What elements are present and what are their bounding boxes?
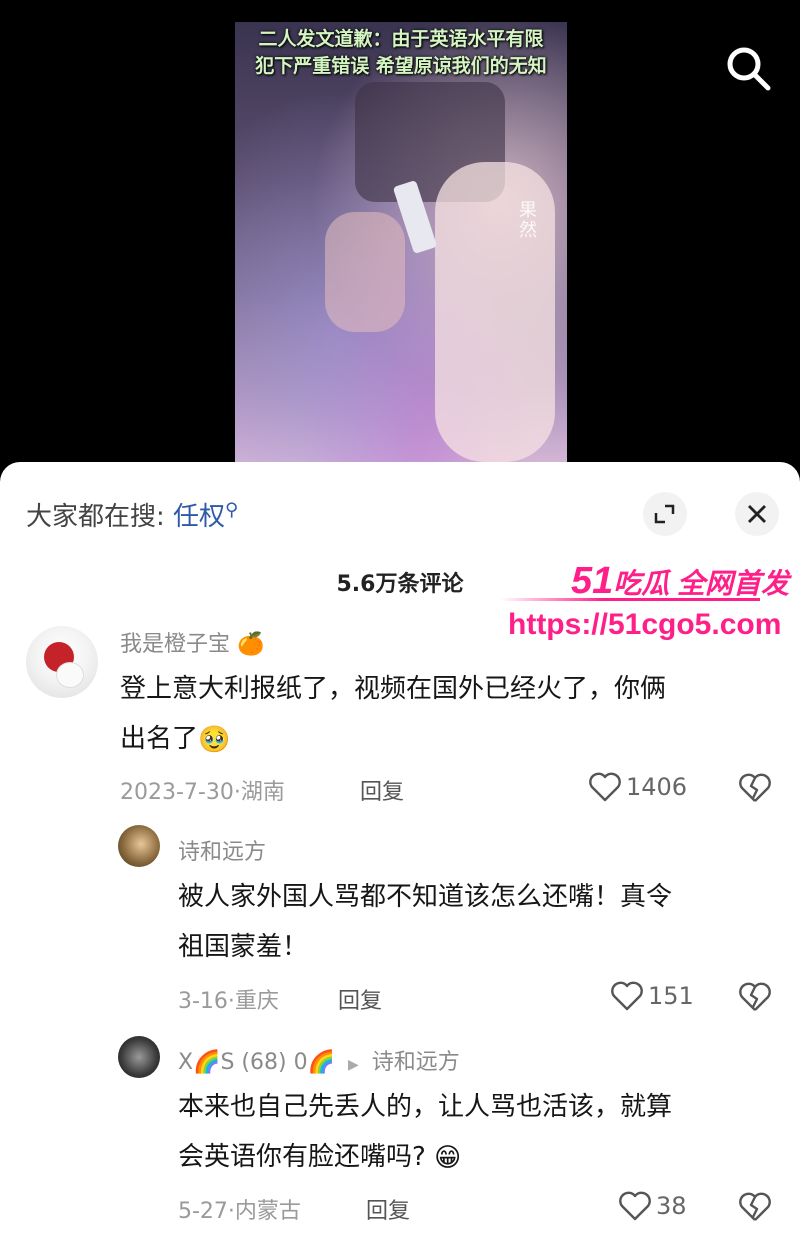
site-watermark-brand: 51吃瓜 全网首发 bbox=[571, 560, 789, 603]
comment-date-location: 3-16·重庆 bbox=[178, 989, 279, 1014]
comment-username[interactable]: 诗和远方 bbox=[178, 834, 266, 866]
video-frame[interactable]: 二人发文道歉：由于英语水平有限 犯下严重错误 希望原谅我们的无知 果然 bbox=[235, 22, 567, 470]
crying-face-emoji-icon: 🥹 bbox=[198, 724, 231, 755]
reply-to-username: 诗和远方 bbox=[371, 1050, 460, 1075]
hot-search-keyword[interactable]: 任权 bbox=[173, 502, 225, 532]
search-small-icon: ⚲ bbox=[225, 499, 239, 521]
video-player[interactable]: 二人发文道歉：由于英语水平有限 犯下严重错误 希望原谅我们的无知 果然 bbox=[0, 0, 800, 470]
site-watermark-line bbox=[500, 598, 760, 601]
like-button[interactable]: 38 bbox=[618, 1190, 687, 1222]
site-watermark-text: 吃瓜 全网首发 bbox=[613, 568, 789, 599]
reply-button[interactable]: 回复 bbox=[366, 1193, 410, 1225]
site-watermark-number: 51 bbox=[570, 560, 614, 602]
like-button[interactable]: 1406 bbox=[588, 771, 687, 803]
grinning-face-emoji-icon: 😁 bbox=[434, 1142, 462, 1173]
dislike-button[interactable] bbox=[738, 981, 772, 1017]
heart-icon bbox=[619, 1191, 651, 1221]
like-count: 151 bbox=[648, 982, 694, 1010]
collapse-icon bbox=[654, 504, 675, 524]
dislike-button[interactable] bbox=[738, 772, 772, 808]
site-watermark-url: https://51cgo5.com bbox=[508, 608, 782, 641]
close-icon bbox=[748, 505, 766, 523]
comment-text: 本来也自己先丢人的，让人骂也活该，就算 会英语你有脸还嘴吗? 😁 bbox=[178, 1082, 672, 1183]
broken-heart-icon bbox=[739, 1192, 771, 1221]
heart-icon bbox=[611, 981, 643, 1011]
like-count: 38 bbox=[656, 1192, 687, 1220]
broken-heart-icon bbox=[739, 982, 771, 1011]
hot-search-bar[interactable]: 大家都在搜: 任权⚲ bbox=[26, 496, 238, 533]
comment-text-line1: 登上意大利报纸了，视频在国外已经火了，你俩 bbox=[120, 674, 667, 704]
comment-text-line1: 被人家外国人骂都不知道该怎么还嘴！真令 bbox=[178, 882, 673, 912]
close-button[interactable] bbox=[735, 492, 779, 536]
video-scene-hand bbox=[325, 212, 405, 332]
dislike-button[interactable] bbox=[738, 1191, 772, 1227]
search-icon bbox=[727, 47, 771, 91]
comment-text-line2: 祖国蒙羞！ bbox=[178, 932, 309, 962]
comment-text-line2: 会英语你有脸还嘴吗? bbox=[178, 1142, 426, 1172]
video-watermark: 果然 bbox=[516, 200, 537, 240]
comment-date-location: 5-27·内蒙古 bbox=[178, 1199, 301, 1224]
heart-icon bbox=[589, 772, 621, 802]
collapse-button[interactable] bbox=[643, 492, 687, 536]
comment-text-line1: 本来也自己先丢人的，让人骂也活该，就算 bbox=[178, 1092, 673, 1122]
video-caption-line1: 二人发文道歉：由于英语水平有限 bbox=[258, 28, 544, 50]
comment-text-line2: 出名了 bbox=[120, 724, 199, 754]
avatar[interactable] bbox=[26, 626, 98, 698]
avatar[interactable] bbox=[118, 825, 160, 867]
reply-button[interactable]: 回复 bbox=[338, 983, 382, 1015]
comment-text: 登上意大利报纸了，视频在国外已经火了，你俩 出名了🥹 bbox=[120, 664, 666, 765]
comment-username[interactable]: X🌈S (68) 0🌈 ▶ 诗和远方 bbox=[178, 1044, 460, 1076]
hot-search-label: 大家都在搜: bbox=[26, 502, 165, 532]
comment-text: 被人家外国人骂都不知道该怎么还嘴！真令 祖国蒙羞！ bbox=[178, 872, 672, 972]
avatar[interactable] bbox=[118, 1036, 160, 1078]
reply-arrow-icon: ▶ bbox=[347, 1057, 359, 1073]
site-watermark: 51吃瓜 全网首发 https://51cgo5.com bbox=[500, 560, 795, 650]
video-caption: 二人发文道歉：由于英语水平有限 犯下严重错误 希望原谅我们的无知 bbox=[235, 26, 567, 80]
video-caption-line2: 犯下严重错误 希望原谅我们的无知 bbox=[255, 55, 547, 77]
search-button[interactable] bbox=[722, 42, 774, 94]
comment-date-location: 2023-7-30·湖南 bbox=[120, 780, 285, 805]
comment-username[interactable]: 我是橙子宝 🍊 bbox=[120, 626, 264, 658]
like-count: 1406 bbox=[626, 773, 688, 801]
broken-heart-icon bbox=[739, 773, 771, 802]
like-button[interactable]: 151 bbox=[610, 980, 694, 1012]
reply-button[interactable]: 回复 bbox=[360, 774, 404, 806]
orange-emoji-icon: 🍊 bbox=[237, 632, 265, 657]
